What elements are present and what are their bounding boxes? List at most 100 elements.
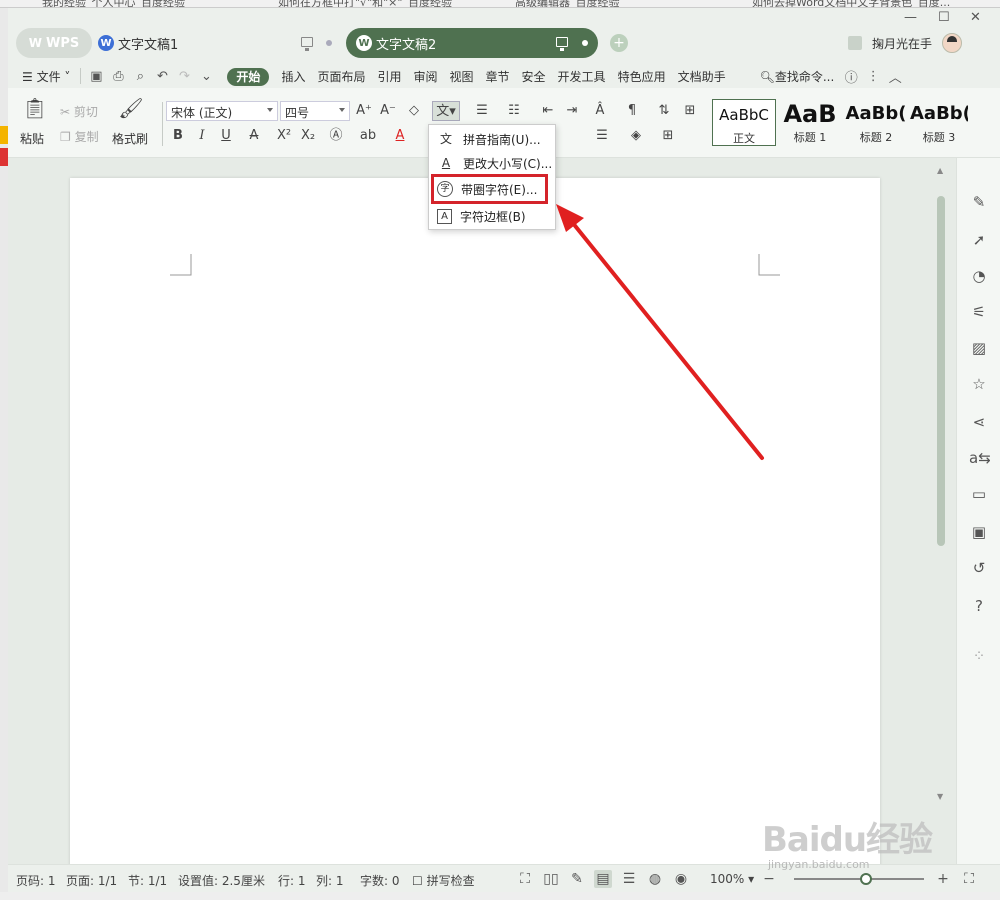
highlight-color-icon[interactable]: ab [358,126,378,146]
paste-icon[interactable]: 📋︎ [22,98,48,124]
status-word-count[interactable]: 字数: 0 [360,872,400,889]
tab-home[interactable]: 开始 [227,67,270,86]
print-icon[interactable]: ⎙ [107,66,129,86]
shapes-icon[interactable]: ◔ [969,266,989,286]
asian-layout-icon[interactable]: Â [590,101,610,121]
copy-button[interactable]: ❐ 复制 [60,128,99,145]
style-heading-2[interactable]: AaBb( 标题 2 [844,99,908,146]
translate-icon[interactable]: a⇆ [969,448,991,468]
format-painter-icon[interactable]: 🖌︎ [118,98,144,124]
more-dropdown-icon[interactable]: ⌄ [195,66,217,86]
doc-tab-2[interactable]: W 文字文稿2 [346,28,598,58]
decrease-indent-icon[interactable]: ⇤ [538,101,558,121]
read-mode-icon[interactable]: ▯▯ [542,870,560,888]
tab-developer[interactable]: 开发工具 [552,68,612,85]
monitor-icon[interactable] [556,36,568,51]
add-tab-button[interactable]: + [610,34,628,52]
save-icon[interactable]: ▣ [85,66,107,86]
file-menu[interactable]: ☰ 文件 ˅ [8,68,76,85]
minimize-button[interactable]: — [904,10,917,25]
tab-insert[interactable]: 插入 [275,68,311,85]
image-icon[interactable]: ▣ [969,522,989,542]
increase-indent-icon[interactable]: ⇥ [562,101,582,121]
border-icon[interactable]: ⊞ [658,126,678,146]
history-icon[interactable]: ↺ [969,558,989,578]
line-spacing-icon[interactable]: ☰ [592,126,612,146]
menu-item-phonetic-guide[interactable]: 文 拼音指南(U)... [429,127,555,151]
page-view-icon[interactable]: ▤ [594,870,612,888]
show-marks-icon[interactable]: ¶ [622,101,642,121]
numbered-list-icon[interactable]: ☷ [504,101,524,121]
sort-icon[interactable]: ⇅ [654,101,674,121]
web-view-icon[interactable]: ◍ [646,870,664,888]
font-family-select[interactable]: 宋体 (正文) [166,101,278,121]
font-color-icon[interactable]: A [390,126,410,146]
maximize-button[interactable]: ☐ [938,10,950,25]
collab-icon[interactable] [848,36,862,50]
grow-font-icon[interactable]: A⁺ [354,101,374,121]
status-page-number[interactable]: 页码: 1 [16,872,56,889]
status-pages[interactable]: 页面: 1/1 [66,872,117,889]
style-heading-3[interactable]: AaBb( 标题 3 [910,99,968,146]
pinyin-dropdown-icon[interactable]: 文▾ [432,101,460,121]
scroll-up-icon[interactable]: ▲ [937,166,943,175]
shrink-font-icon[interactable]: A⁻ [378,101,398,121]
tab-page-layout[interactable]: 页面布局 [311,68,371,85]
fit-page-icon[interactable]: ⛶ [960,870,978,888]
menu-item-character-border[interactable]: A 字符边框(B) [429,204,555,228]
paste-button[interactable]: 粘贴 [20,130,44,147]
cut-button[interactable]: ✂ 剪切 [60,103,98,120]
wps-home-button[interactable]: W WPS [16,28,92,58]
help-circle-icon[interactable]: ? [969,596,989,616]
apps-grid-icon[interactable]: ⁘ [969,646,989,666]
style-normal[interactable]: AaBbC 正文 [712,99,776,146]
tab-features[interactable]: 特色应用 [612,68,672,85]
document-page[interactable] [70,178,880,868]
collapse-ribbon-icon[interactable]: ︿ [884,66,906,86]
write-mode-icon[interactable]: ✎ [568,870,586,888]
strikethrough-icon[interactable]: A [244,126,264,146]
style-heading-1[interactable]: AaB 标题 1 [778,99,842,146]
redo-icon[interactable]: ↷ [173,66,195,86]
superscript-icon[interactable]: X² [274,126,294,146]
menu-item-change-case[interactable]: A 更改大小写(C)... [429,151,555,175]
undo-icon[interactable]: ↶ [151,66,173,86]
monitor-icon[interactable] [301,36,313,51]
print-preview-icon[interactable]: ⌕ [129,66,151,86]
clear-format-icon[interactable]: ◇ [404,101,424,121]
shading-icon[interactable]: ◈ [626,126,646,146]
eye-protection-icon[interactable]: ◉ [672,870,690,888]
command-search[interactable]: 🔍︎查找命令... [754,68,841,85]
font-size-select[interactable]: 四号 [280,101,350,121]
more-icon[interactable]: ⋮ [862,66,884,86]
doc-tab-1[interactable]: W 文字文稿1 [98,28,338,58]
tab-references[interactable]: 引用 [371,68,407,85]
text-effect-icon[interactable]: Ⓐ [326,126,346,146]
select-cursor-icon[interactable]: ➚ [969,230,989,250]
user-name[interactable]: 掬月光在手 [872,35,932,52]
zoom-level[interactable]: 100% ▾ [710,872,754,886]
share-icon[interactable]: ⋖ [969,412,989,432]
bold-button[interactable]: B [168,126,188,146]
table-icon[interactable]: ⊞ [680,101,700,121]
fullscreen-icon[interactable]: ⛶ [516,870,534,888]
tab-doc-assistant[interactable]: 文档助手 [672,68,732,85]
underline-button[interactable]: U [216,126,236,146]
gallery-icon[interactable]: ▨ [969,338,989,358]
close-button[interactable]: ✕ [970,10,981,25]
star-icon[interactable]: ☆ [969,374,989,394]
format-painter-button[interactable]: 格式刷 [112,130,148,147]
outline-view-icon[interactable]: ☰ [620,870,638,888]
edit-pen-icon[interactable]: ✎ [969,192,989,212]
status-section[interactable]: 节: 1/1 [128,872,167,889]
tab-view[interactable]: 视图 [444,68,480,85]
help-icon[interactable]: ⓘ [840,66,862,86]
tab-review[interactable]: 审阅 [407,68,443,85]
vertical-scrollbar[interactable]: ▲ ▼ [934,166,948,856]
scrollbar-thumb[interactable] [937,196,945,546]
subscript-icon[interactable]: X₂ [298,126,318,146]
adjust-sliders-icon[interactable]: ⚟ [969,302,989,322]
spell-check-button[interactable]: ☐ 拼写检查 [412,872,475,889]
avatar[interactable] [942,33,963,53]
tab-security[interactable]: 安全 [516,68,552,85]
